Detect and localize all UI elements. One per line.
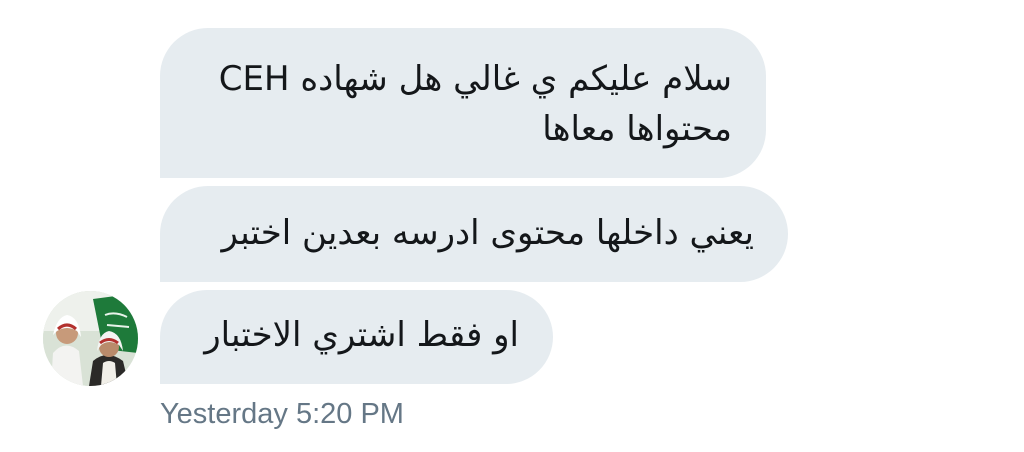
message-bubble[interactable]: او فقط اشتري الاختبار <box>160 290 553 384</box>
profile-photo-icon <box>43 291 138 386</box>
message-timestamp: Yesterday 5:20 PM <box>160 398 404 430</box>
message-text: سلام عليكم ي غالي هل شهاده CEH <box>218 59 732 99</box>
sender-avatar[interactable] <box>43 291 138 386</box>
message-text: يعني داخلها محتوى ادرسه بعدين اختبر <box>221 213 754 253</box>
message-text: محتواها معاها <box>542 109 732 149</box>
message-bubble[interactable]: سلام عليكم ي غالي هل شهاده CEH محتواها م… <box>160 28 766 178</box>
message-text: او فقط اشتري الاختبار <box>204 315 519 355</box>
dm-conversation: سلام عليكم ي غالي هل شهاده CEH محتواها م… <box>0 0 1024 452</box>
message-bubble[interactable]: يعني داخلها محتوى ادرسه بعدين اختبر <box>160 186 788 282</box>
